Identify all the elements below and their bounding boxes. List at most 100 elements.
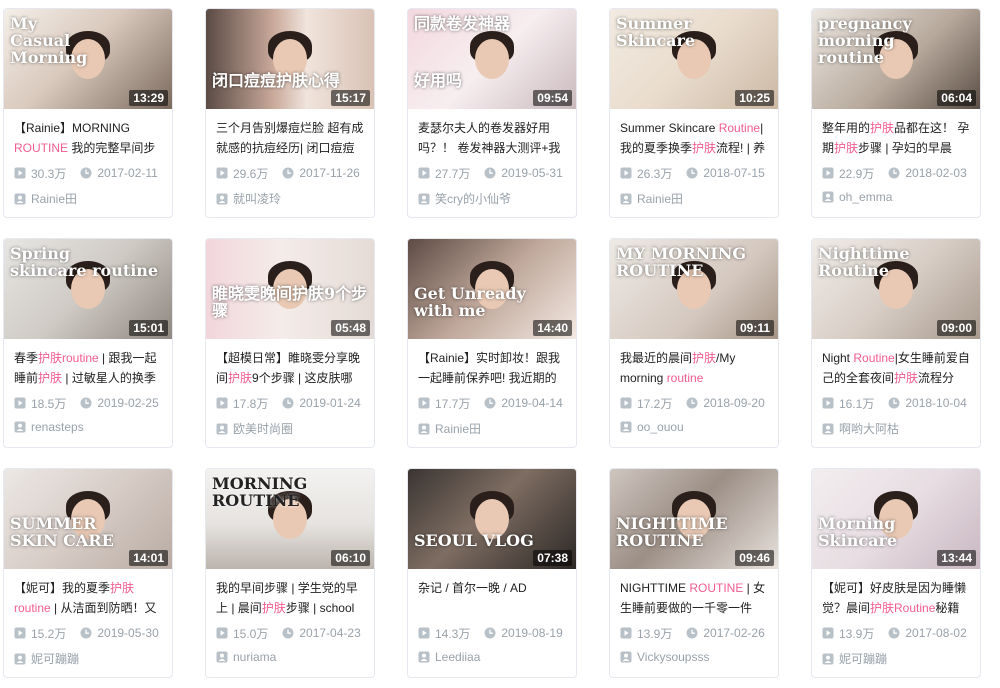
uploader-icon <box>14 421 26 433</box>
video-thumbnail[interactable]: Summer Skincare 10:25 <box>610 9 778 109</box>
video-title[interactable]: 杂记 / 首尔一晚 / AD <box>418 578 566 618</box>
thumbnail-caption-lower: SEOUL VLOG <box>414 531 534 550</box>
uploader-name[interactable]: Rainie田 <box>31 190 77 207</box>
video-title[interactable]: 【妮可】我的夏季护肤 routine | 从洁面到防晒！又 <box>14 578 162 618</box>
upload-date: 2018-02-03 <box>888 166 967 180</box>
upload-date-value: 2018-07-15 <box>703 166 765 180</box>
video-card[interactable]: NIGHTTIME ROUTINE 09:46 NIGHTTIME ROUTINE … <box>609 468 779 678</box>
uploader-name[interactable]: 就叫凌玲 <box>233 190 281 207</box>
video-thumbnail[interactable]: Morning Skincare 13:44 <box>812 469 980 569</box>
upload-date: 2017-02-26 <box>686 626 765 640</box>
video-card[interactable]: Spring skincare routine 15:01 春季护肤routine … <box>3 238 173 448</box>
uploader[interactable]: Vickysoupsss <box>620 650 768 664</box>
video-card[interactable]: Summer Skincare 10:25 Summer Skincare Rout… <box>609 8 779 218</box>
title-text: 我的完整早间步 <box>68 141 156 155</box>
uploader-name[interactable]: renasteps <box>31 420 84 434</box>
video-card[interactable]: 闭口痘痘护肤心得 15:17 三个月告别爆痘烂脸 超有成就感的抗痘经历| 闭口痘痘 2… <box>205 8 375 218</box>
uploader-name[interactable]: oh_emma <box>839 190 892 204</box>
uploader-name[interactable]: nuriama <box>233 650 276 664</box>
uploader[interactable]: Rainie田 <box>620 190 768 207</box>
video-meta: 27.7万 2019-05-31 <box>418 166 566 181</box>
uploader[interactable]: 啊哟大阿枯 <box>822 420 970 437</box>
video-thumbnail[interactable]: MY MORNING ROUTINE 09:11 <box>610 239 778 339</box>
video-meta: 17.8万 2019-01-24 <box>216 395 364 412</box>
video-meta: 26.3万 2018-07-15 <box>620 166 768 181</box>
video-card[interactable]: Nighttime Routine 09:00 Night Routine|女生睡前… <box>811 238 981 448</box>
uploader[interactable]: Rainie田 <box>14 190 162 207</box>
view-count: 18.5万 <box>14 395 66 412</box>
video-card[interactable]: MORNING ROUTINE 06:10 我的早间步骤 | 学生党的早上 | 晨间… <box>205 468 375 678</box>
uploader[interactable]: 妮可蹦蹦 <box>822 650 970 667</box>
uploader[interactable]: 欧美时尚圈 <box>216 420 364 437</box>
video-title[interactable]: 【妮可】好皮肤是因为睡懒觉？晨间护肤Routine秘籍 <box>822 578 970 618</box>
video-title[interactable]: Night Routine|女生睡前爱自己的全套夜间护肤流程分 <box>822 348 970 388</box>
video-thumbnail[interactable]: 睢晓雯晚间护肤9个步骤 05:48 <box>206 239 374 339</box>
uploader[interactable]: renasteps <box>14 420 162 434</box>
duration-badge: 06:04 <box>937 90 976 106</box>
video-title[interactable]: Summer Skincare Routine| 我的夏季换季护肤流程! | 养 <box>620 118 768 158</box>
thumbnail-caption: MY MORNING ROUTINE <box>616 244 747 280</box>
video-thumbnail[interactable]: MORNING ROUTINE 06:10 <box>206 469 374 569</box>
view-count: 17.2万 <box>620 395 672 412</box>
video-title[interactable]: 我的早间步骤 | 学生党的早上 | 晨间护肤步骤 | school <box>216 578 364 618</box>
view-count-value: 22.9万 <box>839 166 875 181</box>
video-card[interactable]: MY MORNING ROUTINE 09:11 我最近的晨间护肤/My morni… <box>609 238 779 448</box>
video-thumbnail[interactable]: Spring skincare routine 15:01 <box>4 239 172 339</box>
uploader[interactable]: oh_emma <box>822 190 970 204</box>
title-text: 春季 <box>14 351 39 365</box>
video-title[interactable]: 三个月告别爆痘烂脸 超有成就感的抗痘经历| 闭口痘痘 <box>216 118 364 158</box>
video-thumbnail[interactable]: SEOUL VLOG 07:38 <box>408 469 576 569</box>
video-title[interactable]: NIGHTTIME ROUTINE | 女生睡前要做的一千零一件 <box>620 578 768 618</box>
video-card[interactable]: Get Unready with me 14:40 【Rainie】实时卸妆！跟我一… <box>407 238 577 448</box>
video-card[interactable]: 睢晓雯晚间护肤9个步骤 05:48 【超模日常】睢晓雯分享晚间护肤9个步骤 | 这皮… <box>205 238 375 448</box>
video-thumbnail[interactable]: Nighttime Routine 09:00 <box>812 239 980 339</box>
video-title[interactable]: 整年用的护肤品都在这！ 孕期护肤步骤 | 孕妇的早晨 <box>822 118 970 158</box>
uploader-name[interactable]: 妮可蹦蹦 <box>839 650 887 667</box>
title-text: 流程! | 养 <box>716 141 766 155</box>
title-keyword-highlight: ROUTINE <box>14 141 68 155</box>
uploader-name[interactable]: Vickysoupsss <box>637 650 709 664</box>
video-title[interactable]: 【Rainie】实时卸妆！跟我一起睡前保养吧! 我近期的 <box>418 348 566 388</box>
uploader[interactable]: oo_ouou <box>620 420 768 434</box>
video-title[interactable]: 我最近的晨间护肤/My morning routine <box>620 348 768 388</box>
video-thumbnail[interactable]: 同款卷发神器 好用吗 09:54 <box>408 9 576 109</box>
video-card[interactable]: 同款卷发神器 好用吗 09:54 麦瑟尔夫人的卷发器好用吗？！ 卷发神器大测评+我 27… <box>407 8 577 218</box>
uploader-name[interactable]: 欧美时尚圈 <box>233 420 293 437</box>
uploader-name[interactable]: Rainie田 <box>435 420 481 437</box>
uploader-name[interactable]: 啊哟大阿枯 <box>839 420 899 437</box>
video-card[interactable]: My Casual Morning 13:29 【Rainie】MORNING RO… <box>3 8 173 218</box>
video-card[interactable]: SEOUL VLOG 07:38 杂记 / 首尔一晚 / AD 14.3万 2019-0… <box>407 468 577 678</box>
uploader[interactable]: nuriama <box>216 650 364 664</box>
video-thumbnail[interactable]: SUMMER SKIN CARE 14:01 <box>4 469 172 569</box>
video-title[interactable]: 【超模日常】睢晓雯分享晚间护肤9个步骤 | 这皮肤哪 <box>216 348 364 388</box>
upload-date-value: 2017-11-26 <box>299 166 360 180</box>
view-count-value: 26.3万 <box>637 166 673 181</box>
uploader-name[interactable]: 笑cry的小仙爷 <box>435 190 511 207</box>
uploader-name[interactable]: Leediiaa <box>435 650 480 664</box>
video-card[interactable]: pregnancy morning routine 06:04 整年用的护肤品都在这… <box>811 8 981 218</box>
video-thumbnail[interactable]: My Casual Morning 13:29 <box>4 9 172 109</box>
upload-date-value: 2018-10-04 <box>905 396 967 410</box>
uploader[interactable]: 妮可蹦蹦 <box>14 650 162 667</box>
video-thumbnail[interactable]: pregnancy morning routine 06:04 <box>812 9 980 109</box>
uploader-name[interactable]: Rainie田 <box>637 190 683 207</box>
clock-icon <box>888 627 900 639</box>
view-count: 13.9万 <box>620 625 672 642</box>
video-card[interactable]: Morning Skincare 13:44 【妮可】好皮肤是因为睡懒觉？晨间护肤R… <box>811 468 981 678</box>
uploader[interactable]: 笑cry的小仙爷 <box>418 190 566 207</box>
video-title[interactable]: 【Rainie】MORNING ROUTINE 我的完整早间步 <box>14 118 162 158</box>
view-count: 17.8万 <box>216 395 268 412</box>
uploader-name[interactable]: oo_ouou <box>637 420 684 434</box>
uploader[interactable]: 就叫凌玲 <box>216 190 364 207</box>
video-title[interactable]: 麦瑟尔夫人的卷发器好用吗？！ 卷发神器大测评+我 <box>418 118 566 158</box>
uploader-name[interactable]: 妮可蹦蹦 <box>31 650 79 667</box>
title-keyword-highlight: 护肤Routine <box>870 601 936 615</box>
video-card[interactable]: SUMMER SKIN CARE 14:01 【妮可】我的夏季护肤 routine … <box>3 468 173 678</box>
video-title[interactable]: 春季护肤routine | 跟我一起睡前护肤 | 过敏星人的换季 <box>14 348 162 388</box>
video-thumbnail[interactable]: Get Unready with me 14:40 <box>408 239 576 339</box>
video-thumbnail[interactable]: NIGHTTIME ROUTINE 09:46 <box>610 469 778 569</box>
play-count-icon <box>620 397 632 409</box>
uploader[interactable]: Leediiaa <box>418 650 566 664</box>
uploader[interactable]: Rainie田 <box>418 420 566 437</box>
video-thumbnail[interactable]: 闭口痘痘护肤心得 15:17 <box>206 9 374 109</box>
